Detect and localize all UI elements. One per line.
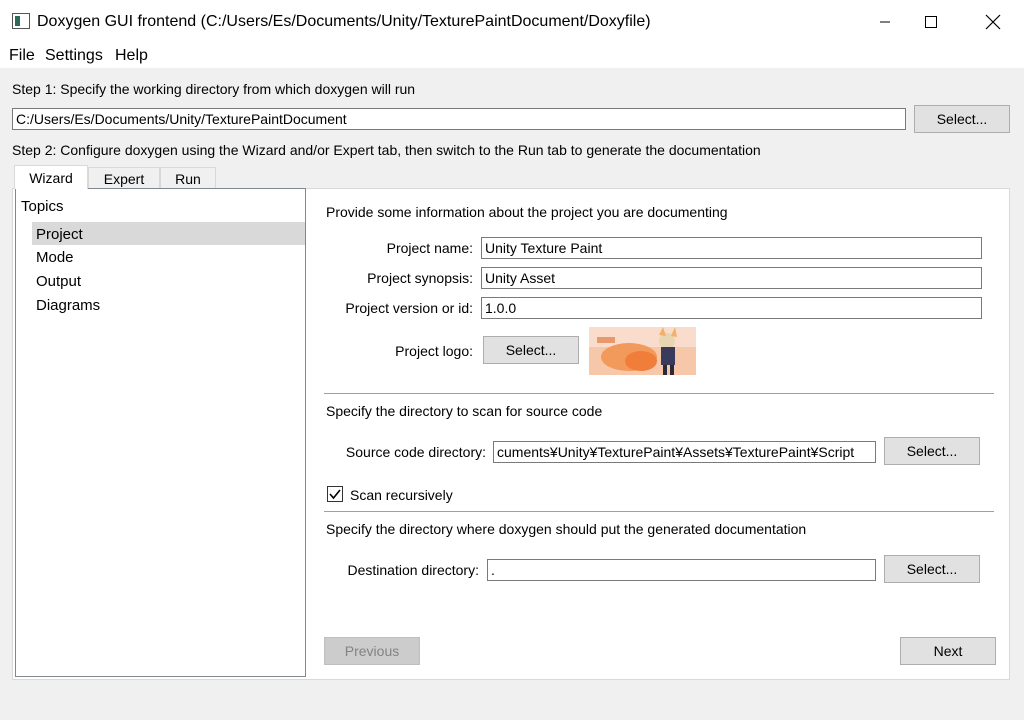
destination-dir-label: Destination directory: — [347, 562, 479, 578]
menu-file[interactable]: File — [9, 46, 35, 66]
topics-header: Topics — [21, 198, 64, 215]
minimize-icon[interactable] — [862, 0, 908, 44]
project-intro: Provide some information about the proje… — [326, 204, 728, 220]
source-dir-input[interactable]: cuments¥Unity¥TexturePaint¥Assets¥Textur… — [493, 441, 876, 463]
working-directory-input[interactable]: C:/Users/Es/Documents/Unity/TexturePaint… — [12, 108, 906, 130]
tab-wizard[interactable]: Wizard — [14, 165, 88, 189]
step2-label: Step 2: Configure doxygen using the Wiza… — [12, 142, 761, 158]
maximize-icon[interactable] — [908, 0, 954, 44]
project-logo-select-button[interactable]: Select... — [483, 336, 579, 364]
project-name-input[interactable]: Unity Texture Paint — [481, 237, 982, 259]
destination-dir-select-button[interactable]: Select... — [884, 555, 980, 583]
project-logo-image — [589, 327, 696, 375]
source-intro: Specify the directory to scan for source… — [326, 403, 603, 419]
topic-output[interactable]: Output — [36, 272, 81, 292]
checkmark-icon — [329, 489, 341, 500]
project-name-label: Project name: — [386, 240, 473, 256]
tab-run[interactable]: Run — [160, 167, 216, 189]
tab-expert[interactable]: Expert — [88, 167, 160, 189]
project-synopsis-label: Project synopsis: — [367, 270, 473, 286]
project-logo-label: Project logo: — [395, 343, 473, 359]
close-icon[interactable] — [970, 0, 1016, 44]
window-title: Doxygen GUI frontend (C:/Users/Es/Docume… — [37, 13, 651, 30]
previous-button[interactable]: Previous — [324, 637, 420, 665]
topic-diagrams[interactable]: Diagrams — [36, 296, 100, 316]
separator-2 — [324, 511, 994, 512]
working-directory-select-button[interactable]: Select... — [914, 105, 1010, 133]
menu-bar — [0, 44, 1024, 68]
source-dir-label: Source code directory: — [345, 444, 486, 460]
step1-label: Step 1: Specify the working directory fr… — [12, 81, 416, 97]
project-synopsis-input[interactable]: Unity Asset — [481, 267, 982, 289]
project-version-input[interactable]: 1.0.0 — [481, 297, 982, 319]
separator-1 — [324, 393, 994, 394]
scan-recursively-label: Scan recursively — [350, 487, 453, 503]
next-button[interactable]: Next — [900, 637, 996, 665]
scan-recursively-checkbox[interactable] — [327, 486, 343, 502]
destination-intro: Specify the directory where doxygen shou… — [326, 521, 807, 537]
topic-mode[interactable]: Mode — [36, 248, 74, 268]
menu-help[interactable]: Help — [115, 46, 148, 66]
source-dir-select-button[interactable]: Select... — [884, 437, 980, 465]
project-version-label: Project version or id: — [345, 300, 473, 316]
menu-settings[interactable]: Settings — [45, 46, 103, 66]
app-icon — [12, 13, 30, 29]
destination-dir-input[interactable]: . — [487, 559, 876, 581]
topic-project[interactable]: Project — [36, 225, 83, 245]
